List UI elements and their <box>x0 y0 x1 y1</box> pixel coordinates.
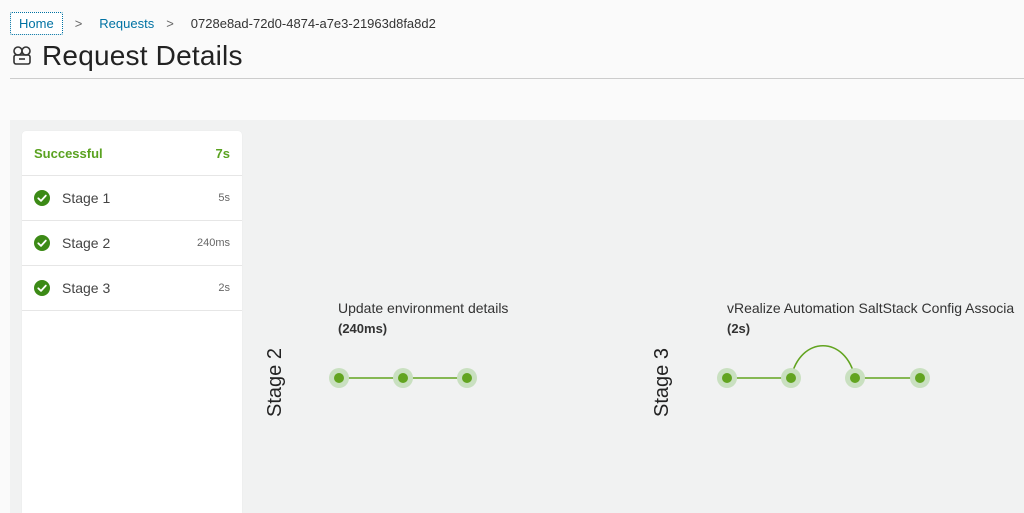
flow-node[interactable] <box>845 368 865 388</box>
flow-node[interactable] <box>910 368 930 388</box>
flow-node[interactable] <box>393 368 413 388</box>
flow-connector-arc <box>790 344 856 379</box>
flow-diagram <box>329 344 930 388</box>
flow-node[interactable] <box>329 368 349 388</box>
flow-node[interactable] <box>781 368 801 388</box>
flow-node[interactable] <box>717 368 737 388</box>
flow-node[interactable] <box>457 368 477 388</box>
